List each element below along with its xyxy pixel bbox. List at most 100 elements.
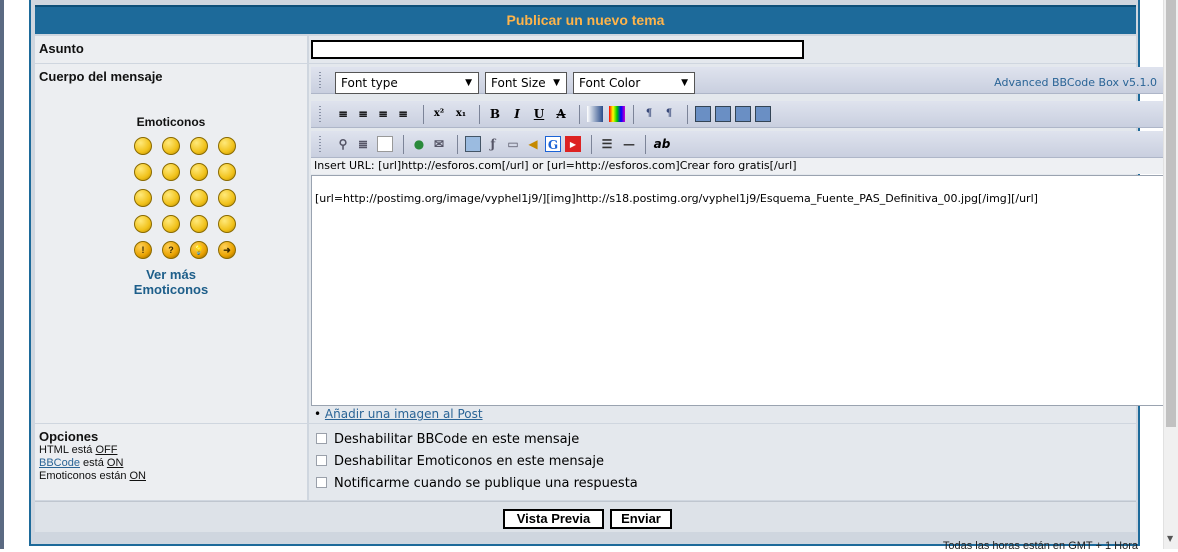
align-center-icon[interactable]: ≡ <box>355 106 371 122</box>
emoticon-eek-icon[interactable] <box>190 215 208 233</box>
email-icon[interactable]: ✉ <box>431 136 447 152</box>
emoticon-razz-icon[interactable] <box>218 163 236 181</box>
gradient-icon[interactable]: ▐ <box>587 106 603 122</box>
toolbar-separator <box>591 135 592 154</box>
checkbox[interactable] <box>316 433 327 444</box>
blank-box-icon[interactable] <box>377 136 393 152</box>
add-image-link[interactable]: Añadir una imagen al Post <box>325 407 483 421</box>
upload-icon[interactable] <box>715 106 731 122</box>
list-icon[interactable]: ☰ <box>599 136 615 152</box>
checkbox[interactable] <box>316 455 327 466</box>
horizontal-rule-icon[interactable]: — <box>621 136 637 152</box>
bbcode-status: BBCode está ON <box>39 457 307 470</box>
youtube-icon[interactable]: ▶ <box>565 136 581 152</box>
rtl-icon[interactable]: ¶ <box>661 106 677 122</box>
emoticon-surprised-icon[interactable] <box>218 137 236 155</box>
italic-icon[interactable]: I <box>509 106 525 122</box>
align-left-icon[interactable]: ≡ <box>335 106 351 122</box>
emoticon-sad-icon[interactable] <box>190 137 208 155</box>
ltr-icon[interactable]: ¶ <box>641 106 657 122</box>
toolbar-row-1: Font type ▼ Font Size ▼ Font Color ▼ Advanc… <box>311 67 1164 94</box>
emoticon-exclaim-icon[interactable]: ! <box>134 241 152 259</box>
font-size-select[interactable]: Font Size ▼ <box>485 72 567 94</box>
options-title: Opciones <box>39 429 99 444</box>
font-color-select[interactable]: Font Color ▼ <box>573 72 695 94</box>
emoticon-mad-icon[interactable] <box>134 189 152 207</box>
option-disable-emoticons[interactable]: Deshabilitar Emoticonos en este mensaje <box>316 453 604 471</box>
google-icon[interactable]: G <box>545 136 561 152</box>
window-edge <box>0 0 4 549</box>
option-notify-reply[interactable]: Notificarme cuando se publique una respu… <box>316 475 638 493</box>
toolbar-separator <box>403 135 404 154</box>
upload-icon[interactable] <box>695 106 711 122</box>
option-label: Deshabilitar BBCode en este mensaje <box>334 432 580 447</box>
superscript-icon[interactable]: x² <box>431 106 447 122</box>
emoticon-happy-icon[interactable] <box>162 189 180 207</box>
emoticon-worried-icon[interactable] <box>218 189 236 207</box>
spellcheck-icon[interactable]: ab <box>651 136 673 152</box>
insert-url-hint: Insert URL: [url]http://esforos.com[/url… <box>311 158 1164 174</box>
emoticons-title: Emoticonos <box>136 115 206 129</box>
underline-icon[interactable]: U <box>531 106 547 122</box>
justify-icon[interactable]: ≡ <box>395 106 411 122</box>
subscript-icon[interactable]: x₁ <box>453 106 469 122</box>
option-label: Notificarme cuando se publique una respu… <box>334 476 638 491</box>
font-type-select[interactable]: Font type ▼ <box>335 72 479 94</box>
form-title: Publicar un nuevo tema <box>35 5 1136 34</box>
emoticon-idea-icon[interactable]: 💡 <box>190 241 208 259</box>
scroll-down-arrow-icon[interactable]: ▼ <box>1167 534 1173 543</box>
rainbow-icon[interactable]: ▐ <box>609 106 625 122</box>
strike-icon[interactable]: A <box>553 106 569 122</box>
video-icon[interactable]: ▭ <box>505 136 521 152</box>
options-label-cell: Opciones HTML está OFF BBCode está ON Em… <box>35 424 307 500</box>
flash-icon[interactable]: ƒ <box>485 136 501 152</box>
emoticon-grin-icon[interactable] <box>134 137 152 155</box>
more-emoticons-link[interactable]: Ver más Emoticonos <box>35 267 307 297</box>
scrollbar-thumb[interactable] <box>1166 0 1176 427</box>
emoticon-confused-icon[interactable] <box>162 163 180 181</box>
upload-icon[interactable] <box>735 106 751 122</box>
image-icon[interactable] <box>465 136 481 152</box>
upload-icon[interactable] <box>755 106 771 122</box>
emoticon-arrow-icon[interactable]: ➜ <box>218 241 236 259</box>
option-disable-bbcode[interactable]: Deshabilitar BBCode en este mensaje <box>316 431 579 449</box>
toolbar-separator <box>633 105 634 124</box>
toolbar-separator <box>687 105 688 124</box>
toolbar-grip <box>319 136 321 153</box>
audio-icon[interactable]: ◀ <box>525 136 541 152</box>
chevron-down-icon: ▼ <box>553 78 560 88</box>
find-replace-icon[interactable]: ⚲ <box>335 136 351 152</box>
toolbar-row-3: ⚲ ≣ ● ✉ ƒ ▭ ◀ G ▶ ☰ — ab <box>311 131 1164 158</box>
emoticon-cool-icon[interactable] <box>134 163 152 181</box>
emoticons-state: ON <box>129 470 147 482</box>
emoticon-embarrassed-icon[interactable] <box>190 189 208 207</box>
link-globe-icon[interactable]: ● <box>411 136 427 152</box>
checkbox[interactable] <box>316 477 327 488</box>
font-list-icon[interactable]: ≣ <box>355 136 371 152</box>
submit-button[interactable]: Enviar <box>610 509 672 529</box>
preview-button[interactable]: Vista Previa <box>503 509 604 529</box>
bullet: • <box>314 407 322 421</box>
more-emoticons-line2: Emoticonos <box>133 282 209 297</box>
emoticon-cool-icon[interactable] <box>190 163 208 181</box>
vertical-scrollbar[interactable]: ▼ <box>1163 0 1178 549</box>
emoticon-question-icon[interactable]: ? <box>162 241 180 259</box>
emoticon-smile-icon[interactable] <box>162 137 180 155</box>
subject-input[interactable] <box>311 40 804 59</box>
chevron-down-icon: ▼ <box>681 78 688 88</box>
options-status: HTML está OFF BBCode está ON Emoticonos … <box>39 444 307 483</box>
align-right-icon[interactable]: ≡ <box>375 106 391 122</box>
bbcode-link[interactable]: BBCode <box>39 457 80 469</box>
bold-icon[interactable]: B <box>487 106 503 122</box>
option-label: Deshabilitar Emoticonos en este mensaje <box>334 454 604 469</box>
more-emoticons-line1: Ver más <box>146 267 196 282</box>
message-textarea[interactable]: [url=http://postimg.org/image/vyphel1j9/… <box>311 175 1164 406</box>
message-text: [url=http://postimg.org/image/vyphel1j9/… <box>315 192 1038 205</box>
emoticon-twisted-icon[interactable] <box>162 215 180 233</box>
emoticon-evil-icon[interactable] <box>134 215 152 233</box>
emoticons-status: Emoticonos están ON <box>39 470 307 483</box>
subject-label: Asunto <box>35 36 307 63</box>
emoticon-smile-icon[interactable] <box>218 215 236 233</box>
toolbar-grip <box>319 106 321 123</box>
font-type-value: Font type <box>341 76 398 90</box>
